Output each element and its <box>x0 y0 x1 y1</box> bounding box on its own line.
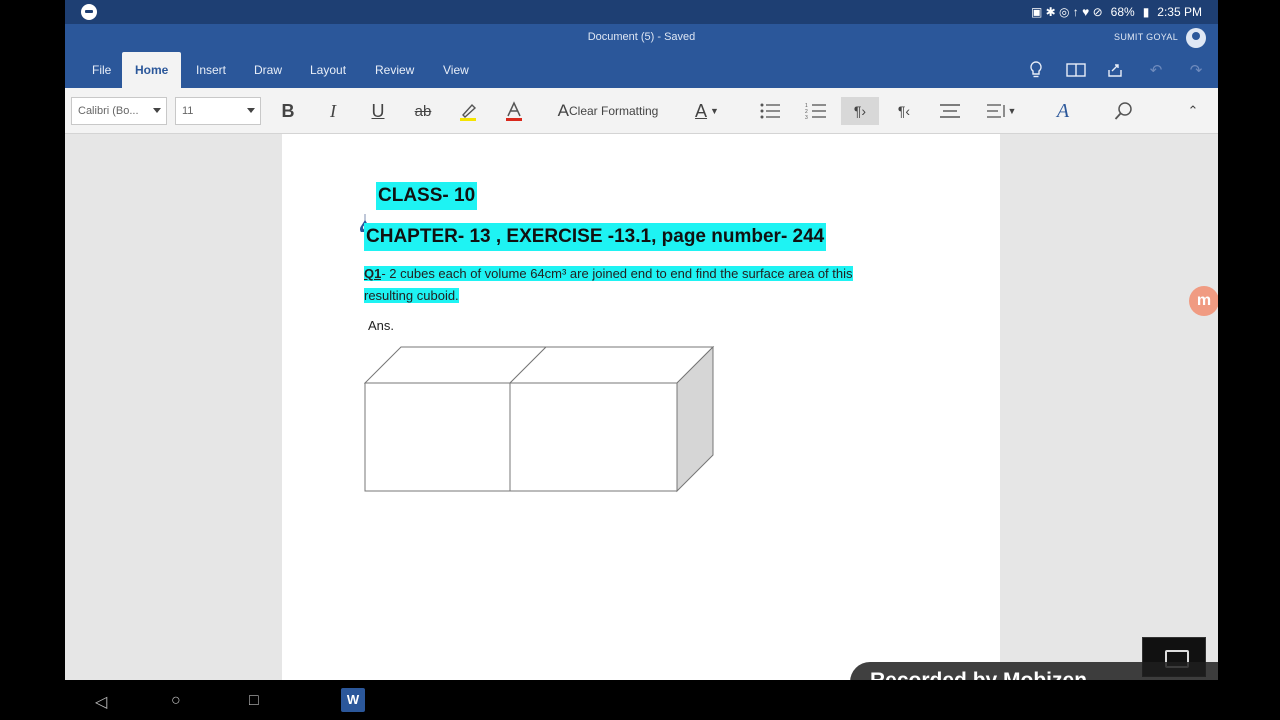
underline-button[interactable]: U <box>365 97 391 125</box>
text-style-icon: A <box>695 100 708 121</box>
highlight-button[interactable] <box>455 97 481 125</box>
class-heading[interactable]: CLASS- 10 <box>376 182 478 210</box>
italic-button[interactable]: I <box>320 97 346 125</box>
clear-formatting-icon: A <box>557 101 569 120</box>
battery-level: 68% <box>1110 5 1135 19</box>
answer-label[interactable]: Ans. <box>368 318 394 333</box>
styles-button[interactable]: A <box>1049 97 1077 125</box>
android-nav-bar: ◁ ○ □ W <box>65 680 1218 720</box>
collapse-ribbon-button[interactable]: ⌃ <box>1183 97 1203 125</box>
align-center-icon <box>940 104 960 118</box>
user-avatar[interactable] <box>1186 28 1206 48</box>
share-icon[interactable] <box>1106 60 1126 80</box>
ribbon-right-icons: ↶ ↷ <box>1026 60 1206 80</box>
chevron-up-icon: ⌃ <box>1187 103 1199 118</box>
bullets-button[interactable] <box>757 97 783 125</box>
paragraph-rtl-icon: ¶‹ <box>897 103 911 119</box>
highlighter-icon <box>460 103 477 121</box>
document-title[interactable]: Document (5) - Saved <box>65 31 1218 43</box>
redo-icon[interactable]: ↷ <box>1186 60 1206 80</box>
home-toolbar: Calibri (Bo... 11 B I U ab A Clear Forma… <box>65 88 1218 134</box>
font-size-dropdown[interactable]: 11 <box>175 97 261 125</box>
paragraph-ltr-icon: ¶› <box>853 103 867 119</box>
question-text: - 2 cubes each of volume 64cm³ are joine… <box>364 266 853 303</box>
align-button[interactable] <box>937 97 963 125</box>
tab-file[interactable]: File <box>79 52 124 88</box>
document-page[interactable]: CLASS- 10 CHAPTER- 13 , EXERCISE -13.1, … <box>282 134 1000 720</box>
back-icon[interactable]: ◁ <box>95 692 107 712</box>
app-indicator-icon <box>81 4 97 20</box>
ribbon-tabs: File Home Insert Draw Layout Review View… <box>65 52 1218 88</box>
font-size-value: 11 <box>182 105 194 117</box>
line-spacing-icon <box>986 104 1005 118</box>
rtl-paragraph-button[interactable]: ¶‹ <box>891 97 917 125</box>
undo-icon[interactable]: ↶ <box>1146 60 1166 80</box>
font-name-dropdown[interactable]: Calibri (Bo... <box>71 97 167 125</box>
numbering-button[interactable]: 123 <box>803 97 829 125</box>
bullet-list-icon <box>760 103 780 119</box>
ltr-paragraph-button[interactable]: ¶› <box>841 97 879 125</box>
font-color-icon <box>506 101 522 121</box>
search-icon <box>1114 102 1132 120</box>
chevron-down-icon <box>247 108 255 113</box>
clock: 2:35 PM <box>1157 5 1202 19</box>
lightbulb-icon[interactable] <box>1026 60 1046 80</box>
home-icon[interactable]: ○ <box>171 692 181 710</box>
question-paragraph[interactable]: Q1- 2 cubes each of volume 64cm³ are joi… <box>364 263 904 307</box>
tab-view[interactable]: View <box>430 52 482 88</box>
tablet-screen: ▣ ✱ ◎ ↑ ♥ ⊘ 68% ▮ 2:35 PM Document (5) -… <box>65 0 1218 720</box>
tab-home[interactable]: Home <box>122 52 182 88</box>
tab-review[interactable]: Review <box>362 52 427 88</box>
chevron-down-icon <box>153 108 161 113</box>
tab-draw[interactable]: Draw <box>241 52 295 88</box>
text-style-button[interactable]: A ▼ <box>687 97 727 125</box>
reader-icon[interactable] <box>1066 60 1086 80</box>
notification-icons: ▣ ✱ ◎ ↑ ♥ ⊘ <box>1030 5 1103 19</box>
tab-layout[interactable]: Layout <box>297 52 359 88</box>
numbered-list-icon: 123 <box>805 103 826 120</box>
joined-cubes-drawing[interactable] <box>364 346 724 496</box>
svg-text:3: 3 <box>805 115 808 120</box>
clear-formatting-label: Clear Formatting <box>568 104 659 118</box>
chapter-heading[interactable]: CHAPTER- 13 , EXERCISE -13.1, page numbe… <box>364 223 827 251</box>
battery-icon: ▮ <box>1142 5 1150 19</box>
question-prefix: Q1 <box>364 266 382 281</box>
recents-icon[interactable]: □ <box>249 692 259 710</box>
line-spacing-button[interactable]: ▼ <box>981 97 1021 125</box>
find-button[interactable] <box>1111 97 1137 125</box>
styles-icon: A <box>1056 99 1070 122</box>
clear-formatting-button[interactable]: A Clear Formatting <box>547 97 669 125</box>
user-name[interactable]: SUMIT GOYAL <box>1114 32 1178 42</box>
font-color-button[interactable] <box>501 97 527 125</box>
chevron-down-icon: ▼ <box>710 106 719 116</box>
chevron-down-icon: ▼ <box>1007 106 1017 116</box>
strikethrough-button[interactable]: ab <box>409 97 437 125</box>
tab-insert[interactable]: Insert <box>183 52 239 88</box>
word-app-icon[interactable]: W <box>341 688 365 712</box>
bold-button[interactable]: B <box>275 97 301 125</box>
title-bar: Document (5) - Saved SUMIT GOYAL <box>65 24 1218 52</box>
status-bar: ▣ ✱ ◎ ↑ ♥ ⊘ 68% ▮ 2:35 PM <box>65 0 1218 24</box>
recorder-bubble[interactable]: m <box>1189 286 1218 316</box>
font-name-value: Calibri (Bo... <box>78 105 139 117</box>
